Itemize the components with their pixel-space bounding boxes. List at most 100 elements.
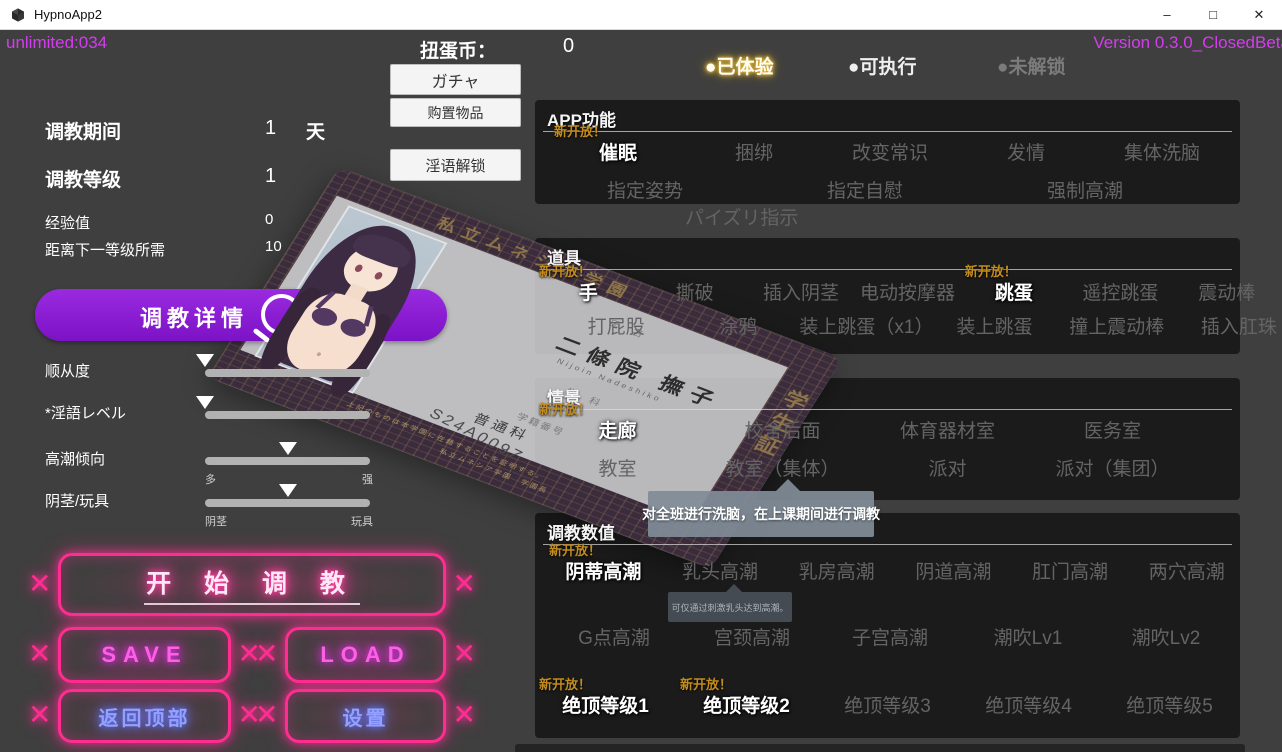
item-values: 肛门高潮 [1012, 557, 1129, 584]
item-props: 装上跳蛋（x1） [799, 312, 933, 339]
training-detail-button[interactable]: 调教详情 [35, 289, 447, 341]
slider-label: *淫語レベル [45, 402, 126, 423]
slider-min-label: 多 [205, 471, 216, 487]
section-values: 调教数值阴蒂高潮新开放！乳头高潮乳房高潮阴道高潮肛门高潮两穴高潮G点高潮宫颈高潮… [535, 513, 1240, 738]
slider-label: 阴茎/玩具 [45, 490, 109, 511]
legend-experienced: ●已体验 [705, 52, 773, 79]
item-props: 震动棒 [1174, 278, 1280, 305]
item-values: 绝顶等级4 [958, 691, 1099, 718]
new-unlock-tag: 新开放！ [680, 674, 732, 693]
load-label: LOAD [320, 642, 410, 668]
item-props[interactable]: 手新开放！ [535, 278, 641, 305]
item-app: 发情 [958, 138, 1094, 165]
slider-thumb[interactable] [279, 484, 297, 506]
slider-track[interactable] [205, 369, 370, 377]
item-app: 捆绑 [686, 138, 822, 165]
item-scenes[interactable]: 走廊新开放！ [535, 416, 700, 443]
slider-max-label: 强 [362, 471, 373, 487]
item-scenes: 派对 [865, 454, 1030, 481]
training-level-label: 调教等级 [45, 165, 121, 192]
item-values: G点高潮 [545, 623, 683, 650]
section-divider [543, 269, 1232, 270]
item-values: 宫颈高潮 [683, 623, 821, 650]
item-values: 阴道高潮 [895, 557, 1012, 584]
item-values: 绝顶等级3 [817, 691, 958, 718]
classroom-group-tooltip: 对全班进行洗脑，在上课期间进行调教 [648, 491, 874, 537]
item-values: 子宫高潮 [821, 623, 959, 650]
slider-thumb[interactable] [196, 396, 214, 418]
item-values[interactable]: 阴蒂高潮新开放！ [545, 557, 662, 584]
item-props[interactable]: 跳蛋新开放！ [961, 278, 1067, 305]
item-props: 装上跳蛋 [933, 312, 1055, 339]
item-values: 绝顶等级5 [1099, 691, 1240, 718]
window-titlebar: HypnoApp2 – □ ✕ [0, 0, 1282, 30]
exp-to-next-label: 距离下一等级所需 [45, 239, 165, 260]
item-app: 指定姿势 [535, 176, 755, 203]
exp-label: 经验值 [45, 212, 90, 233]
legend-locked: ●未解锁 [997, 52, 1065, 79]
slider-track[interactable] [205, 499, 370, 507]
training-period-value: 1 [265, 117, 276, 140]
slider-thumb[interactable] [196, 354, 214, 376]
section-props: 道具手新开放！撕破插入阴茎电动按摩器跳蛋新开放！遥控跳蛋震动棒打屁股涂鸦装上跳蛋… [535, 238, 1240, 354]
settings-label: 设置 [343, 702, 389, 731]
item-app: 强制高潮 [975, 176, 1195, 203]
item-app[interactable]: 催眠新开放！ [550, 138, 686, 165]
slider-row: 高潮倾向多强 [45, 446, 377, 486]
item-values: 潮吹Lv2 [1097, 623, 1235, 650]
close-button[interactable]: ✕ [1236, 0, 1282, 29]
item-app: 集体洗脑 [1094, 138, 1230, 165]
item-props: 涂鸦 [677, 312, 799, 339]
section-row: パイズリ指示 [685, 203, 798, 230]
item-props: 插入肛珠 [1178, 312, 1282, 339]
save-label: SAVE [101, 642, 187, 668]
version-label: Version 0.3.0_ClosedBeta [1093, 33, 1282, 53]
item-scenes: 校舍后面 [700, 416, 865, 443]
item-scenes: 派对（集团） [1030, 454, 1195, 481]
training-detail-label: 调教详情 [140, 301, 248, 333]
new-unlock-tag: 新开放！ [549, 540, 601, 559]
item-values: 乳头高潮 [662, 557, 779, 584]
item-app: 改变常识 [822, 138, 958, 165]
item-values: 两穴高潮 [1128, 557, 1245, 584]
minimize-button[interactable]: – [1144, 0, 1190, 29]
start-training-button[interactable]: 开 始 调 教 [58, 553, 446, 616]
gacha-button[interactable]: ガチャ [390, 64, 521, 95]
gacha-coin-label: 扭蛋币： [420, 36, 496, 63]
load-button[interactable]: LOAD [285, 627, 446, 683]
legend-available: ●可执行 [848, 52, 916, 79]
buy-items-button[interactable]: 购置物品 [390, 98, 521, 127]
slider-min-label: 阴茎 [205, 513, 227, 529]
new-unlock-tag: 新开放！ [539, 399, 591, 418]
section-row: 催眠新开放！捆绑改变常识发情集体洗脑 [550, 138, 1230, 165]
training-level-value: 1 [265, 165, 276, 188]
maximize-button[interactable]: □ [1190, 0, 1236, 29]
item-values[interactable]: 绝顶等级1新开放！ [535, 691, 676, 718]
section-row: 绝顶等级1新开放！绝顶等级2新开放！绝顶等级3绝顶等级4绝顶等级5 [535, 691, 1240, 718]
slider-row: 阴茎/玩具阴茎玩具 [45, 488, 377, 528]
training-period-unit: 天 [306, 117, 325, 144]
item-values[interactable]: 绝顶等级2新开放！ [676, 691, 817, 718]
slider-thumb[interactable] [279, 442, 297, 464]
nipple-orgasm-tooltip: 可仅通过刺激乳头达到高潮。 [668, 592, 792, 622]
section-row: 指定姿势指定自慰强制高潮 [535, 176, 1195, 203]
item-props: 撞上震动棒 [1056, 312, 1178, 339]
exp-to-next-value: 10 [265, 238, 282, 255]
item-values: 乳房高潮 [778, 557, 895, 584]
back-to-top-button[interactable]: 返回顶部 [58, 689, 231, 743]
app-icon [10, 7, 26, 23]
start-training-label: 开 始 调 教 [144, 564, 360, 605]
item-app: 指定自慰 [755, 176, 975, 203]
settings-button[interactable]: 设置 [285, 689, 446, 743]
window-controls: – □ ✕ [1144, 0, 1282, 29]
unlock-dirty-talk-button[interactable]: 淫语解锁 [390, 149, 521, 181]
item-values: 潮吹Lv1 [959, 623, 1097, 650]
save-button[interactable]: SAVE [58, 627, 231, 683]
slider-row: *淫語レベル [45, 400, 377, 440]
slider-label: 顺从度 [45, 360, 90, 381]
slider-track[interactable] [205, 457, 370, 465]
item-scenes: 医务室 [1030, 416, 1195, 443]
slider-track[interactable] [205, 411, 370, 419]
training-period-label: 调教期间 [45, 117, 121, 144]
item-props: 撕破 [641, 278, 747, 305]
